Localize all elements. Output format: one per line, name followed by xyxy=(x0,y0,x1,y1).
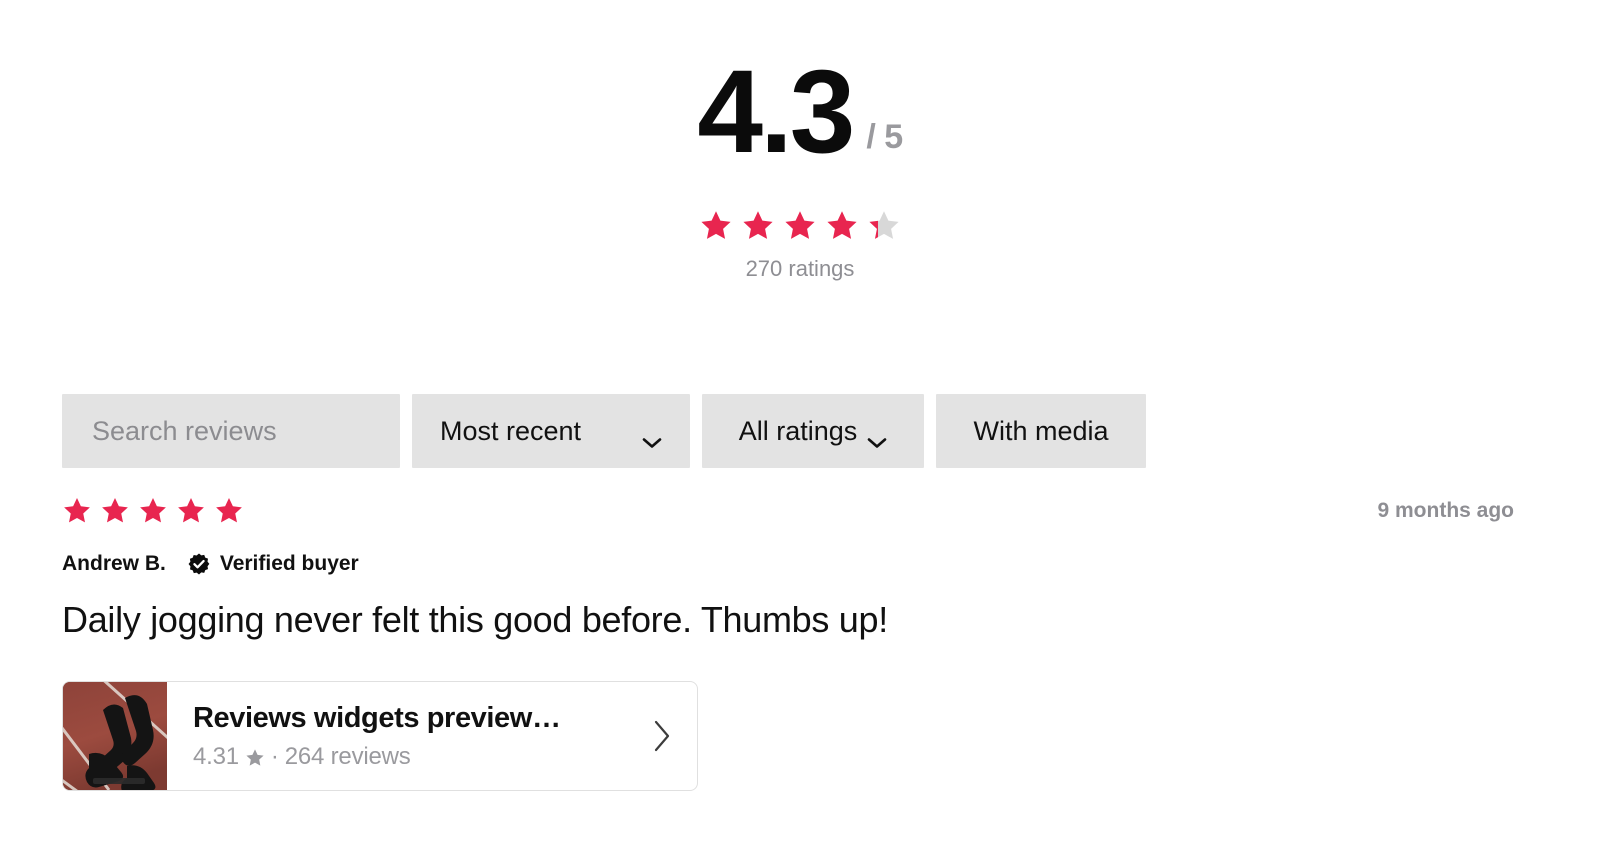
review-filter-bar: Most recent All ratings With media xyxy=(62,394,1146,468)
star-icon xyxy=(785,210,815,239)
review-star-rating xyxy=(62,496,244,526)
rating-summary: 4.3 / 5 270 ratings xyxy=(0,0,1600,282)
star-icon xyxy=(102,498,128,523)
reviewer-name: Andrew B. xyxy=(62,552,166,575)
star-icon xyxy=(869,210,899,239)
search-input[interactable] xyxy=(90,414,372,448)
with-media-filter-button[interactable]: With media xyxy=(936,394,1146,468)
star-icon xyxy=(245,747,265,767)
star-icon xyxy=(140,498,166,523)
summary-star-rating xyxy=(699,209,901,243)
star-icon xyxy=(701,210,731,239)
chevron-down-icon xyxy=(642,425,662,448)
product-card[interactable]: Reviews widgets preview… 4.31 · 264 revi… xyxy=(62,681,698,792)
star-icon xyxy=(827,210,857,239)
product-reviews-count: 264 reviews xyxy=(284,742,411,770)
product-info: Reviews widgets preview… 4.31 · 264 revi… xyxy=(167,682,627,790)
star-icon xyxy=(216,498,242,523)
sort-dropdown-label: Most recent xyxy=(440,415,582,446)
ratings-filter-label: All ratings xyxy=(738,415,858,446)
product-meta-separator: · xyxy=(270,742,279,770)
chevron-right-icon xyxy=(652,719,672,753)
product-meta: 4.31 · 264 reviews xyxy=(193,743,627,771)
product-thumbnail xyxy=(63,682,167,791)
review-item: 9 months ago Andrew B. Verified buyer Da… xyxy=(62,496,1514,792)
average-score: 4.3 xyxy=(697,46,855,178)
verified-badge-icon xyxy=(188,553,210,575)
search-reviews-field[interactable] xyxy=(62,394,400,468)
with-media-label: With media xyxy=(973,415,1109,446)
star-icon xyxy=(743,210,773,239)
score-out-of: / 5 xyxy=(866,117,903,156)
verified-buyer-label: Verified buyer xyxy=(219,552,359,575)
review-header: 9 months ago xyxy=(62,496,1514,526)
product-card-arrow[interactable] xyxy=(627,682,697,790)
star-icon xyxy=(178,498,204,523)
score-row: 4.3 / 5 xyxy=(697,46,903,178)
review-date: 9 months ago xyxy=(1377,499,1514,522)
product-title: Reviews widgets preview… xyxy=(193,701,561,734)
product-rating-value: 4.31 xyxy=(193,742,239,770)
reviewer-row: Andrew B. Verified buyer xyxy=(62,552,1514,576)
review-text: Daily jogging never felt this good befor… xyxy=(62,599,888,640)
star-icon xyxy=(64,498,90,523)
sort-dropdown[interactable]: Most recent xyxy=(412,394,690,468)
ratings-filter-dropdown[interactable]: All ratings xyxy=(702,394,924,468)
ratings-count: 270 ratings xyxy=(745,255,855,281)
chevron-down-icon xyxy=(867,425,887,448)
